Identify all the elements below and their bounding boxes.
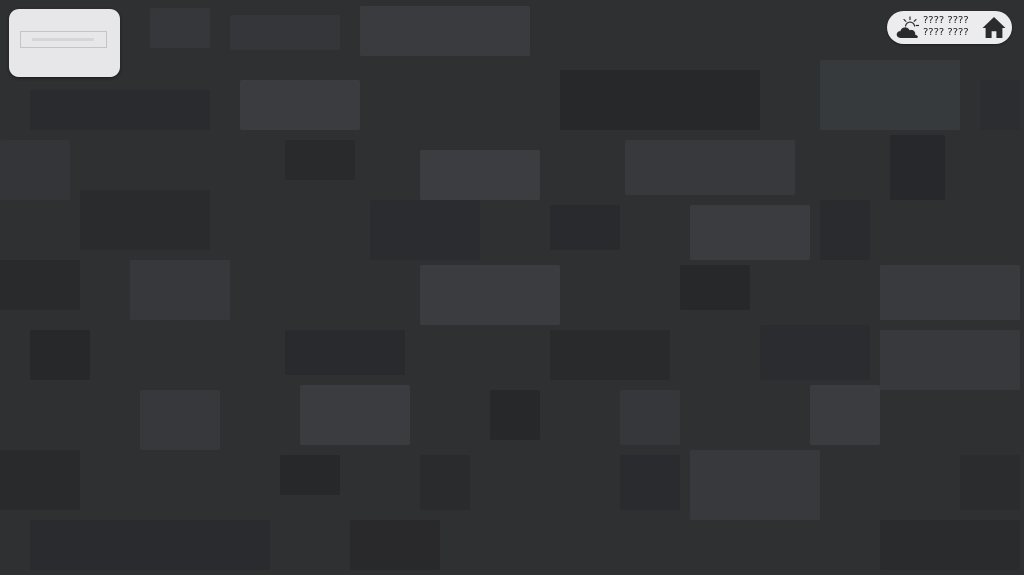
background-tile: [550, 330, 670, 380]
background-tile: [960, 455, 1020, 510]
status-line-1: ???? ????: [923, 15, 969, 26]
background-tile: [880, 520, 1020, 570]
background-tile: [420, 150, 540, 200]
background-tile: [0, 140, 70, 200]
kiosk-screen: ???? ???? ???? ????: [0, 0, 1024, 575]
background-tile: [0, 450, 80, 510]
background-tile: [150, 8, 210, 48]
background-tile: [980, 80, 1020, 130]
background-tile: [240, 80, 360, 130]
background-tile: [30, 330, 90, 380]
background-tile: [0, 260, 80, 310]
background-tile: [890, 135, 945, 200]
background-tile: [285, 140, 355, 180]
background-tile: [280, 455, 340, 495]
background-tile: [30, 90, 210, 130]
background-tile: [810, 385, 880, 445]
background-tile: [300, 385, 410, 445]
background-tile: [550, 205, 620, 250]
background-tile: [285, 330, 405, 375]
logo-card[interactable]: [9, 9, 120, 77]
partly-cloudy-icon: [896, 16, 920, 38]
background-tile: [80, 190, 210, 250]
background-tile: [690, 450, 820, 520]
background-tile: [130, 260, 230, 320]
background-tile: [760, 325, 870, 380]
background-tile: [140, 390, 220, 450]
background-tile-pattern: [0, 0, 1024, 575]
background-tile: [420, 265, 560, 325]
background-tile: [620, 455, 680, 510]
background-tile: [230, 15, 340, 50]
status-line-2: ???? ????: [923, 27, 969, 38]
background-tile: [30, 520, 270, 570]
background-tile: [490, 390, 540, 440]
background-tile: [680, 265, 750, 310]
background-tile: [420, 455, 470, 510]
background-tile: [880, 330, 1020, 390]
background-tile: [820, 60, 960, 130]
status-bar: ???? ???? ???? ????: [887, 11, 1012, 44]
background-tile: [690, 205, 810, 260]
background-tile: [880, 265, 1020, 320]
home-icon[interactable]: [981, 15, 1007, 40]
status-text: ???? ???? ???? ????: [923, 15, 977, 39]
logo-image: [20, 31, 107, 48]
background-tile: [625, 140, 795, 195]
background-tile: [370, 200, 480, 260]
logo-mark: [32, 38, 94, 41]
background-tile: [560, 70, 760, 130]
background-tile: [350, 520, 440, 570]
background-tile: [820, 200, 870, 260]
background-tile: [620, 390, 680, 445]
background-tile: [360, 6, 530, 56]
